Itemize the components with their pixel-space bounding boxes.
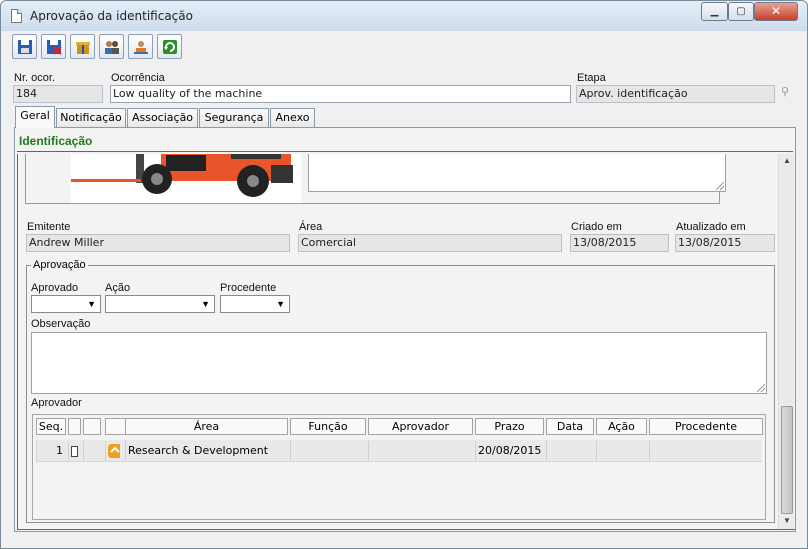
- cell-check: [68, 441, 81, 461]
- col-header-aprovador[interactable]: Aprovador: [368, 418, 473, 435]
- criado-em-field: 13/08/2015: [570, 234, 669, 252]
- cell-prazo: 20/08/2015: [475, 441, 544, 461]
- ocorrencia-field[interactable]: Low quality of the machine: [110, 85, 571, 103]
- cell-blank: [83, 441, 101, 461]
- col-header-area[interactable]: Área: [125, 418, 288, 435]
- etapa-field: Aprov. identificação: [576, 85, 775, 103]
- resize-grip[interactable]: [757, 384, 765, 392]
- user-edit-button[interactable]: [128, 34, 153, 59]
- window-title: Aprovação da identificação: [30, 9, 193, 23]
- image-box: [25, 154, 726, 204]
- col-header-prazo[interactable]: Prazo: [475, 418, 544, 435]
- tab-geral[interactable]: Geral: [15, 106, 55, 128]
- cell-funcao: [290, 441, 366, 461]
- emitente-label: Emitente: [27, 221, 71, 233]
- users-button[interactable]: [99, 34, 124, 59]
- user-edit-icon: [133, 40, 148, 54]
- observacao-label: Observação: [31, 318, 91, 330]
- app-window: Aprovação da identificação ▁ ▢ ✕ Nr. oco…: [0, 0, 808, 549]
- dropdown-arrow-icon: ▼: [201, 299, 210, 309]
- atualizado-em-label: Atualizado em: [676, 221, 746, 233]
- cell-data: [546, 441, 594, 461]
- save-and-exit-button[interactable]: [41, 34, 66, 59]
- section-title: Identificação: [17, 130, 793, 152]
- ocorrencia-label: Ocorrência: [111, 72, 165, 84]
- procedente-label: Procedente: [220, 282, 277, 294]
- tab-anexo[interactable]: Anexo: [270, 108, 315, 127]
- cell-aprovador: [368, 441, 473, 461]
- dropdown-arrow-icon: ▼: [276, 299, 285, 309]
- nr-ocor-label: Nr. ocor.: [14, 72, 55, 84]
- users-icon: [104, 40, 119, 54]
- approver-grid: Seq. Área Função Aprovador Prazo Data Aç…: [32, 414, 766, 520]
- cell-area: Research & Development: [125, 441, 288, 461]
- gift-button[interactable]: [70, 34, 95, 59]
- title-bar: Aprovação da identificação ▁ ▢ ✕: [1, 1, 807, 31]
- forklift-image: [71, 154, 301, 203]
- area-field: Comercial: [298, 234, 562, 252]
- acao-select[interactable]: ▼: [105, 295, 215, 313]
- criado-em-label: Criado em: [571, 221, 622, 233]
- package-icon: [75, 41, 90, 54]
- col-header-blank: [83, 418, 101, 435]
- cell-seq: 1: [36, 441, 66, 461]
- cell-acao: [596, 441, 647, 461]
- observacao-textarea[interactable]: [31, 332, 767, 394]
- maximize-button[interactable]: ▢: [728, 2, 754, 21]
- col-header-icon: [105, 418, 127, 435]
- document-icon: [11, 9, 22, 23]
- aprovador-label: Aprovador: [31, 397, 82, 409]
- approval-legend: Aprovação: [31, 259, 88, 271]
- col-header-seq[interactable]: Seq.: [36, 418, 66, 435]
- binoculars-icon[interactable]: ⚲: [781, 85, 795, 101]
- save-button[interactable]: [12, 34, 37, 59]
- tab-seguranca[interactable]: Segurança: [199, 108, 269, 127]
- scroll-down-icon[interactable]: ▼: [783, 516, 791, 525]
- col-header-funcao[interactable]: Função: [290, 418, 366, 435]
- toolbar: [9, 33, 799, 61]
- row-checkbox[interactable]: [71, 445, 78, 457]
- area-label: Área: [299, 221, 323, 233]
- refresh-icon: [162, 39, 177, 54]
- step-status-icon: [108, 444, 120, 458]
- acao-label: Ação: [105, 282, 131, 294]
- cell-procedente: [649, 441, 763, 461]
- vertical-scrollbar[interactable]: ▲ ▼: [778, 154, 794, 529]
- dropdown-arrow-icon: ▼: [87, 299, 96, 309]
- col-header-data[interactable]: Data: [546, 418, 594, 435]
- floppy-disk-icon: [17, 39, 32, 54]
- close-button[interactable]: ✕: [754, 2, 798, 21]
- tab-panel-geral: Identificação Emitente Andrew Miller Áre…: [14, 127, 796, 532]
- cell-icon: [105, 441, 123, 461]
- description-textarea[interactable]: [308, 154, 726, 192]
- resize-grip[interactable]: [716, 182, 724, 190]
- aprovado-select[interactable]: ▼: [31, 295, 101, 313]
- tab-notificacao[interactable]: Notificação: [56, 108, 126, 127]
- col-header-procedente[interactable]: Procedente: [649, 418, 763, 435]
- aprovado-label: Aprovado: [31, 282, 79, 294]
- minimize-button[interactable]: ▁: [701, 2, 728, 21]
- approval-fieldset: Aprovação Aprovado ▼ Ação ▼ Procedente ▼…: [26, 259, 775, 523]
- scroll-up-icon[interactable]: ▲: [783, 156, 791, 165]
- procedente-select[interactable]: ▼: [220, 295, 290, 313]
- col-header-check: [68, 418, 81, 435]
- scroll-area[interactable]: Emitente Andrew Miller Área Comercial Cr…: [17, 154, 795, 530]
- save-exit-icon: [46, 39, 62, 55]
- scroll-thumb[interactable]: [781, 406, 793, 514]
- etapa-label: Etapa: [577, 72, 606, 84]
- emitente-field: Andrew Miller: [26, 234, 290, 252]
- col-header-acao[interactable]: Ação: [596, 418, 647, 435]
- tab-associacao[interactable]: Associação: [127, 108, 198, 127]
- refresh-button[interactable]: [157, 34, 182, 59]
- nr-ocor-field: 184: [13, 85, 103, 103]
- atualizado-em-field: 13/08/2015: [675, 234, 775, 252]
